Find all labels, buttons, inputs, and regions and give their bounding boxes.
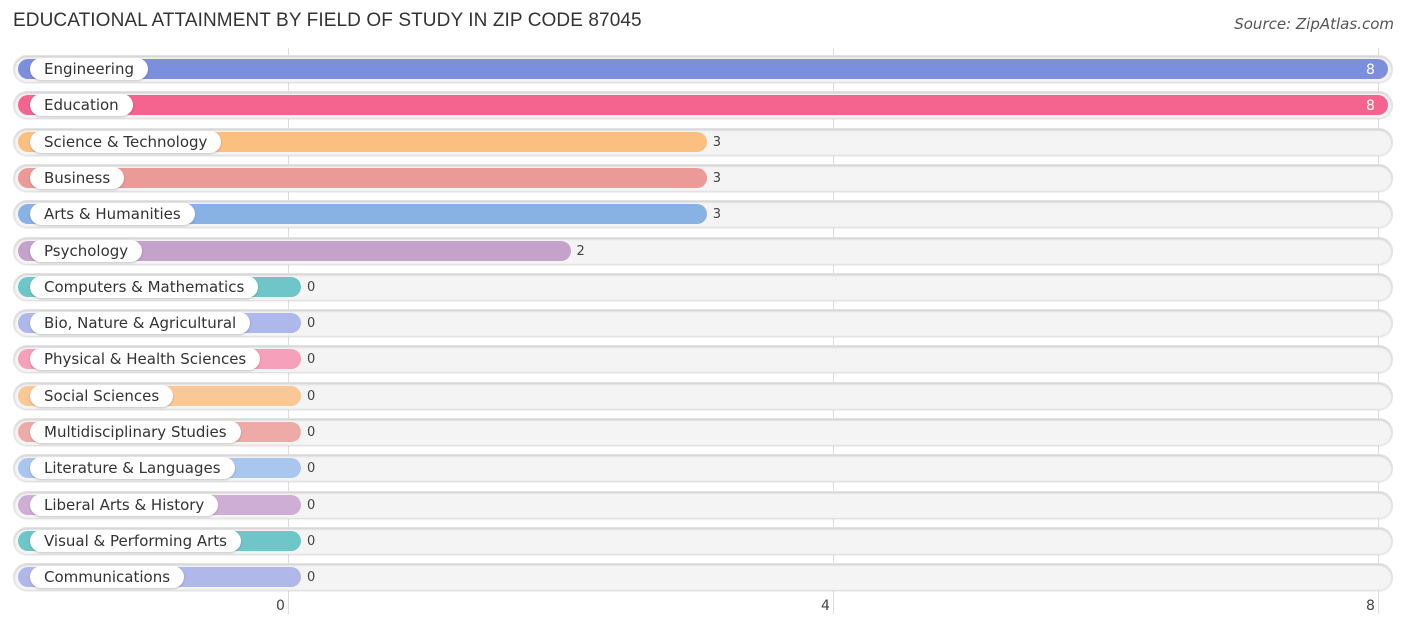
source-label: Source: ZipAtlas.com bbox=[1234, 15, 1394, 33]
category-label: Visual & Performing Arts bbox=[30, 529, 241, 552]
x-tick-label: 8 bbox=[1366, 598, 1375, 614]
x-tick-label: 0 bbox=[276, 598, 285, 614]
category-label: Business bbox=[30, 166, 125, 189]
category-label: Literature & Languages bbox=[30, 457, 235, 480]
category-label: Psychology bbox=[30, 239, 143, 262]
value-label: 0 bbox=[307, 425, 316, 440]
category-label: Engineering bbox=[30, 58, 148, 80]
x-tick-label: 4 bbox=[821, 598, 830, 614]
value-label: 0 bbox=[307, 279, 316, 295]
value-label: 3 bbox=[712, 207, 722, 223]
category-label: Bio, Nature & Agricultural bbox=[30, 312, 251, 335]
category-label: Education bbox=[30, 94, 133, 117]
category-label: Arts & Humanities bbox=[30, 203, 195, 226]
bar[interactable] bbox=[18, 95, 1388, 116]
value-label: 3 bbox=[712, 134, 722, 150]
value-label: 0 bbox=[307, 461, 316, 477]
value-label: 0 bbox=[307, 316, 316, 332]
value-label: 0 bbox=[307, 388, 316, 404]
category-label: Social Sciences bbox=[30, 384, 174, 407]
category-label: Science & Technology bbox=[30, 130, 222, 153]
value-label: 0 bbox=[307, 533, 316, 549]
value-label: 8 bbox=[1366, 98, 1375, 115]
value-label: 2 bbox=[576, 243, 585, 259]
value-label: 0 bbox=[307, 497, 316, 513]
category-label: Communications bbox=[30, 566, 185, 589]
category-label: Physical & Health Sciences bbox=[30, 348, 261, 371]
bar[interactable] bbox=[18, 59, 1388, 79]
category-label: Multidisciplinary Studies bbox=[30, 421, 241, 443]
category-label: Computers & Mathematics bbox=[30, 275, 259, 298]
value-label: 8 bbox=[1366, 62, 1375, 78]
category-label: Liberal Arts & History bbox=[30, 493, 219, 516]
value-label: 0 bbox=[307, 352, 316, 368]
chart-title: EDUCATIONAL ATTAINMENT BY FIELD OF STUDY… bbox=[13, 10, 642, 31]
value-label: 3 bbox=[712, 170, 722, 186]
value-label: 0 bbox=[307, 570, 316, 586]
